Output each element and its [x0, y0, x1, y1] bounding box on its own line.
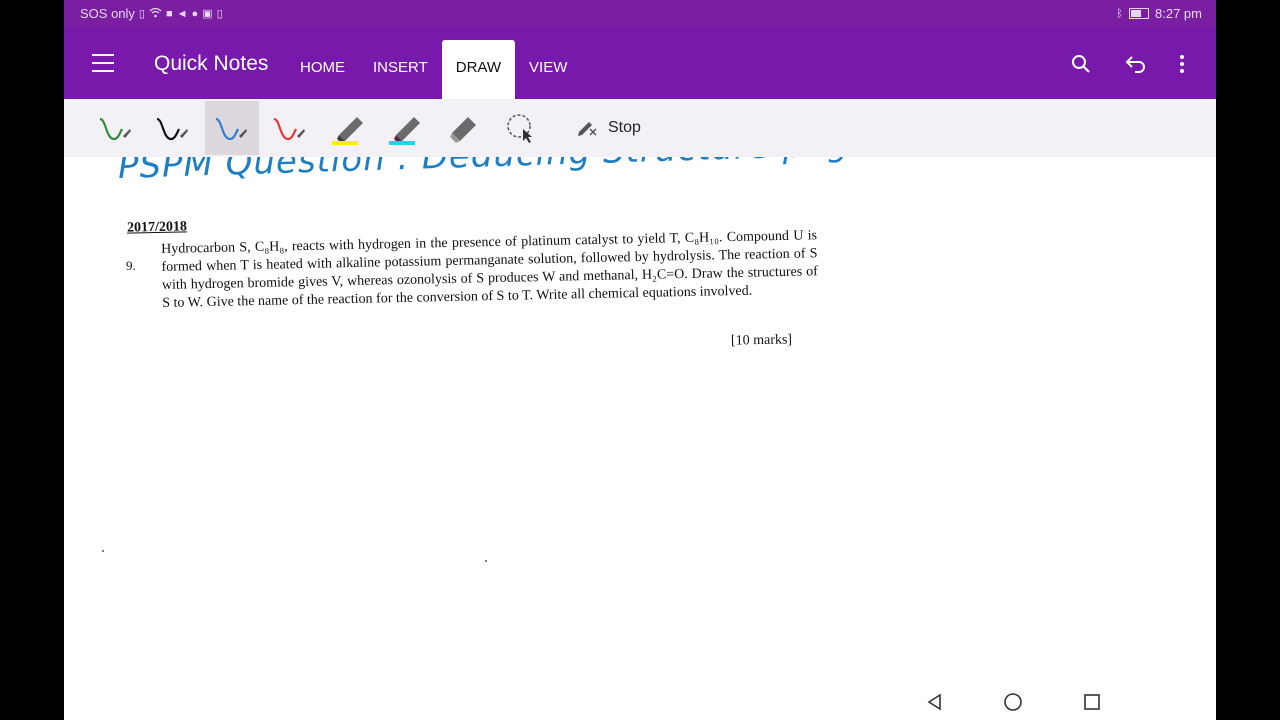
black-pen-icon[interactable]	[146, 101, 200, 155]
eraser-icon[interactable]	[437, 101, 491, 155]
more-options-icon[interactable]	[1168, 50, 1196, 78]
search-icon[interactable]	[1067, 50, 1095, 78]
blue-pen-icon[interactable]	[205, 101, 259, 155]
gallery-icon: ▣	[202, 8, 213, 20]
yellow-highlighter-icon[interactable]	[322, 101, 376, 155]
back-icon[interactable]	[924, 691, 946, 713]
status-bar: SOS only ▯ ■ ◄ ● ▣ ▯ ᛒ 8:27 pm	[64, 0, 1216, 28]
question-text: Hydrocarbon S, C₈H₈, reacts with hydroge…	[161, 228, 818, 311]
app-title: Quick Notes	[154, 52, 269, 75]
pen-off-icon	[576, 115, 598, 142]
lasso-select-icon[interactable]	[494, 101, 548, 155]
clock: 8:27 pm	[1155, 6, 1202, 21]
sim-icon: ▯	[138, 8, 145, 20]
square-icon: ■	[165, 7, 173, 20]
tab-insert[interactable]: INSERT	[359, 40, 442, 99]
ribbon-tabs: HOME INSERT DRAW VIEW	[286, 40, 581, 99]
stop-label: Stop	[608, 119, 641, 136]
telegram-icon: ◄	[176, 7, 188, 20]
tab-view[interactable]: VIEW	[515, 40, 581, 99]
draw-toolbar: Stop	[64, 99, 1216, 158]
ink-dot	[102, 550, 104, 552]
navigation-bar	[64, 682, 1216, 720]
ink-dot	[485, 560, 487, 562]
tab-home[interactable]: HOME	[286, 40, 359, 99]
status-left: SOS only ▯ ■ ◄ ● ▣ ▯	[80, 6, 223, 21]
carrier-text: SOS only	[80, 6, 135, 21]
tab-draw[interactable]: DRAW	[441, 40, 516, 99]
home-icon[interactable]	[1002, 691, 1024, 713]
bluetooth-icon: ᛒ	[1116, 7, 1124, 20]
recents-icon[interactable]	[1081, 691, 1103, 713]
battery-icon	[1129, 8, 1150, 19]
menu-icon[interactable]	[92, 52, 114, 74]
question-year: 2017/2018	[126, 219, 188, 236]
red-pen-icon[interactable]	[263, 101, 317, 155]
app-bar: Quick Notes HOME INSERT DRAW VIEW	[64, 28, 1216, 99]
undo-icon[interactable]	[1122, 50, 1150, 78]
notification-icon: ▯	[216, 8, 223, 20]
handwritten-title: PSPM Question : Deducing Structure page …	[117, 157, 929, 187]
green-pen-icon[interactable]	[89, 101, 143, 155]
stop-drawing-button[interactable]: Stop	[576, 113, 641, 143]
cyan-highlighter-icon[interactable]	[379, 101, 433, 155]
status-right: ᛒ 8:27 pm	[1116, 6, 1202, 21]
note-canvas[interactable]: PSPM Question : Deducing Structure page …	[64, 157, 1216, 682]
facebook-icon: ●	[191, 7, 199, 20]
wifi-icon	[149, 7, 162, 21]
question-number: 9.	[126, 258, 136, 273]
question-marks: [10 marks]	[730, 332, 793, 349]
